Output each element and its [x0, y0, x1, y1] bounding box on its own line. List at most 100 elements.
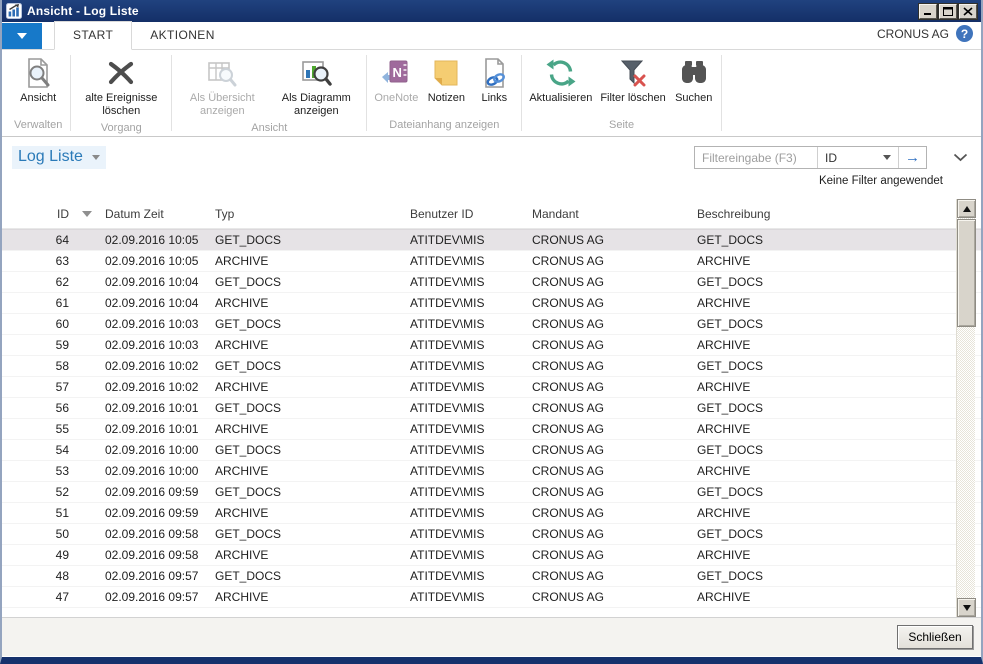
- refresh-icon: [545, 57, 577, 89]
- cell-beschreibung: ARCHIVE: [697, 590, 949, 604]
- table-body: 6402.09.2016 10:05GET_DOCSATITDEV\MISCRO…: [2, 229, 981, 608]
- table-row[interactable]: 5402.09.2016 10:00GET_DOCSATITDEV\MISCRO…: [2, 440, 981, 461]
- cell-id: 48: [7, 569, 69, 583]
- cell-beschreibung: GET_DOCS: [697, 401, 949, 415]
- table-row[interactable]: 5902.09.2016 10:03ARCHIVEATITDEV\MISCRON…: [2, 335, 981, 356]
- ribbon-button-label: alte Ereignisse löschen: [78, 92, 164, 118]
- tab-aktionen[interactable]: AKTIONEN: [132, 22, 233, 49]
- table-row[interactable]: 5702.09.2016 10:02ARCHIVEATITDEV\MISCRON…: [2, 377, 981, 398]
- schliessen-button[interactable]: Schließen: [897, 625, 973, 649]
- table-row[interactable]: 6202.09.2016 10:04GET_DOCSATITDEV\MISCRO…: [2, 272, 981, 293]
- column-header-datum-zeit[interactable]: Datum Zeit: [105, 207, 215, 221]
- ribbon-button-label: Als Übersicht anzeigen: [179, 92, 265, 118]
- cell-id: 62: [7, 275, 69, 289]
- table-row[interactable]: 4702.09.2016 09:57ARCHIVEATITDEV\MISCRON…: [2, 587, 981, 608]
- cell-mandant: CRONUS AG: [532, 296, 697, 310]
- close-button[interactable]: [959, 4, 977, 19]
- cell-typ: GET_DOCS: [215, 359, 410, 373]
- filter-loeschen-button[interactable]: Filter löschen: [597, 55, 668, 107]
- suchen-button[interactable]: Suchen: [671, 55, 717, 107]
- apply-filter-button[interactable]: →: [899, 147, 926, 168]
- arrow-up-icon: [963, 206, 971, 212]
- cell-typ: GET_DOCS: [215, 233, 410, 247]
- vertical-scrollbar[interactable]: [956, 199, 975, 617]
- cell-datum-zeit: 02.09.2016 09:57: [105, 569, 215, 583]
- table-row[interactable]: 5302.09.2016 10:00ARCHIVEATITDEV\MISCRON…: [2, 461, 981, 482]
- cell-datum-zeit: 02.09.2016 10:00: [105, 464, 215, 478]
- notizen-button[interactable]: Notizen: [423, 55, 469, 107]
- table-row[interactable]: 6302.09.2016 10:05ARCHIVEATITDEV\MISCRON…: [2, 251, 981, 272]
- cell-id: 59: [7, 338, 69, 352]
- bar-chart-app-icon: [6, 3, 22, 19]
- column-header-typ[interactable]: Typ: [215, 207, 410, 221]
- scroll-up-button[interactable]: [957, 199, 976, 218]
- ribbon-button-label: Suchen: [675, 92, 712, 105]
- scroll-down-button[interactable]: [957, 598, 976, 617]
- collapse-header-chevron[interactable]: [953, 149, 968, 167]
- cell-typ: ARCHIVE: [215, 464, 410, 478]
- cell-typ: ARCHIVE: [215, 338, 410, 352]
- scrollbar-thumb[interactable]: [957, 219, 976, 327]
- filter-field-dropdown[interactable]: ID: [818, 151, 898, 165]
- table-row[interactable]: 5102.09.2016 09:59ARCHIVEATITDEV\MISCRON…: [2, 503, 981, 524]
- delete-x-icon: [105, 57, 137, 89]
- table-row[interactable]: 4802.09.2016 09:57GET_DOCSATITDEV\MISCRO…: [2, 566, 981, 587]
- cell-mandant: CRONUS AG: [532, 443, 697, 457]
- table-row[interactable]: 5502.09.2016 10:01ARCHIVEATITDEV\MISCRON…: [2, 419, 981, 440]
- minimize-button[interactable]: [919, 4, 937, 19]
- table-row[interactable]: 5202.09.2016 09:59GET_DOCSATITDEV\MISCRO…: [2, 482, 981, 503]
- ribbon-group-dateianhang: N OneNote Notizen: [367, 50, 521, 136]
- cell-datum-zeit: 02.09.2016 10:02: [105, 380, 215, 394]
- column-header-benutzer-id[interactable]: Benutzer ID: [410, 207, 532, 221]
- table-row[interactable]: 5002.09.2016 09:58GET_DOCSATITDEV\MISCRO…: [2, 524, 981, 545]
- cell-benutzer-id: ATITDEV\MIS: [410, 422, 532, 436]
- cell-beschreibung: GET_DOCS: [697, 443, 949, 457]
- ribbon-button-label: Links: [482, 92, 508, 105]
- cell-typ: GET_DOCS: [215, 275, 410, 289]
- cell-typ: ARCHIVE: [215, 422, 410, 436]
- cell-benutzer-id: ATITDEV\MIS: [410, 275, 532, 289]
- cell-id: 56: [7, 401, 69, 415]
- cell-datum-zeit: 02.09.2016 10:01: [105, 401, 215, 415]
- column-header-mandant[interactable]: Mandant: [532, 207, 697, 221]
- page-title[interactable]: Log Liste: [12, 146, 106, 169]
- cell-benutzer-id: ATITDEV\MIS: [410, 401, 532, 415]
- column-header-id[interactable]: ID: [7, 207, 69, 221]
- clear-filter-icon: [617, 57, 649, 89]
- cell-mandant: CRONUS AG: [532, 275, 697, 289]
- table-row[interactable]: 6002.09.2016 10:03GET_DOCSATITDEV\MISCRO…: [2, 314, 981, 335]
- cell-mandant: CRONUS AG: [532, 422, 697, 436]
- alte-ereignisse-loeschen-button[interactable]: alte Ereignisse löschen: [75, 55, 167, 120]
- cell-datum-zeit: 02.09.2016 09:59: [105, 506, 215, 520]
- window-title: Ansicht - Log Liste: [27, 4, 139, 18]
- ribbon-button-label: Als Diagramm anzeigen: [273, 92, 359, 118]
- table-row[interactable]: 56 02.09.2016 10:01 GET_DOCS ATITDEV\MISCRO…: [2, 398, 981, 419]
- table-row[interactable]: 6402.09.2016 10:05GET_DOCSATITDEV\MISCRO…: [2, 229, 981, 251]
- ribbon-button-label: OneNote: [374, 92, 418, 105]
- chevron-down-icon: [92, 155, 100, 160]
- cell-mandant: CRONUS AG: [532, 569, 697, 583]
- ribbon-group-label: Ansicht: [172, 120, 366, 139]
- maximize-button[interactable]: [939, 4, 957, 19]
- links-button[interactable]: Links: [471, 55, 517, 107]
- table-row[interactable]: 6102.09.2016 10:04ARCHIVEATITDEV\MISCRON…: [2, 293, 981, 314]
- filter-field-value: ID: [825, 151, 837, 165]
- cell-typ: GET_DOCS: [215, 485, 410, 499]
- filter-input[interactable]: [695, 151, 817, 165]
- application-menu-button[interactable]: [2, 23, 42, 49]
- ribbon-group-seite: Aktualisieren Filter löschen: [522, 50, 720, 136]
- als-diagramm-anzeigen-button[interactable]: Als Diagramm anzeigen: [270, 55, 362, 120]
- cell-beschreibung: ARCHIVE: [697, 422, 949, 436]
- aktualisieren-button[interactable]: Aktualisieren: [526, 55, 595, 107]
- table-row[interactable]: 4902.09.2016 09:58ARCHIVEATITDEV\MISCRON…: [2, 545, 981, 566]
- column-header-beschreibung[interactable]: Beschreibung: [697, 207, 949, 221]
- cell-mandant: CRONUS AG: [532, 401, 697, 415]
- ansicht-button[interactable]: Ansicht: [15, 55, 61, 107]
- tab-start[interactable]: START: [54, 21, 132, 50]
- cell-beschreibung: GET_DOCS: [697, 485, 949, 499]
- ribbon-group-label: Vorgang: [71, 120, 171, 139]
- ribbon-group-vorgang: alte Ereignisse löschen Vorgang: [71, 50, 171, 136]
- table-row[interactable]: 5802.09.2016 10:02GET_DOCSATITDEV\MISCRO…: [2, 356, 981, 377]
- help-icon[interactable]: ?: [956, 25, 973, 42]
- cell-benutzer-id: ATITDEV\MIS: [410, 359, 532, 373]
